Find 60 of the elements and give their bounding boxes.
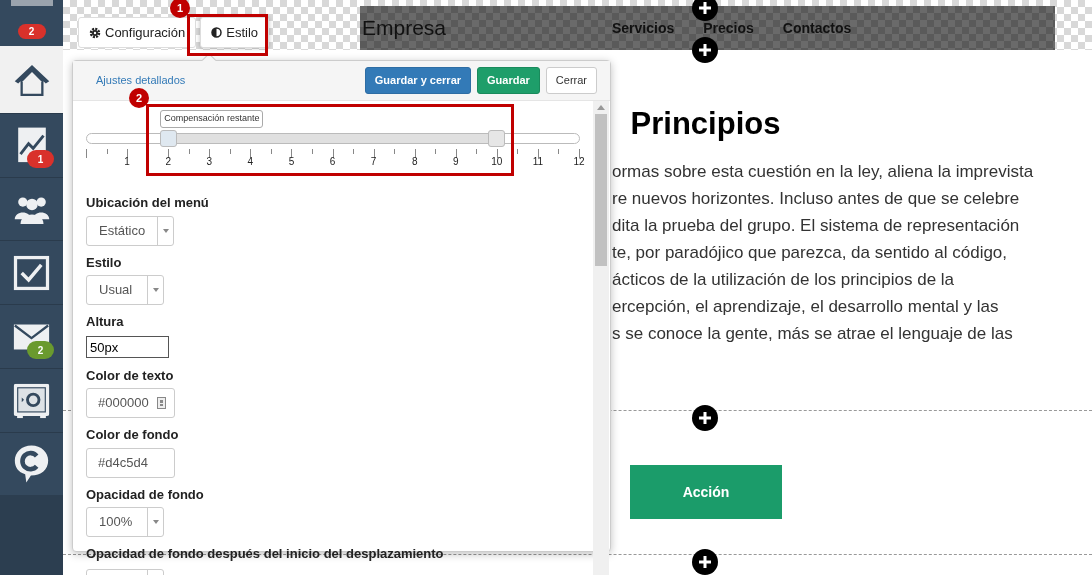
detailed-settings-link[interactable]: Ajustes detallados	[96, 72, 186, 89]
slider-tooltip: Compensación restante	[160, 110, 264, 128]
tick-label: 12	[573, 156, 585, 168]
brand-name: Empresa	[361, 15, 448, 42]
notification-badge: 2	[27, 341, 54, 359]
add-block-icon[interactable]	[692, 37, 718, 63]
contrast-icon	[211, 27, 223, 38]
sidebar-item[interactable]	[0, 240, 63, 304]
caret-icon	[162, 228, 169, 233]
field-label: Opacidad de fondo después del inicio del desplazamiento	[86, 545, 445, 563]
sidebar-item[interactable]: 1	[0, 113, 63, 177]
tab[interactable]: Estilo	[200, 17, 269, 48]
section-heading: Principios	[630, 105, 781, 143]
field-label: Ubicación del menú	[86, 194, 210, 212]
select-field[interactable]: Usual	[86, 275, 164, 305]
sidebar-item[interactable]	[0, 368, 63, 432]
scrollbar-thumb[interactable]	[595, 114, 607, 266]
add-block-icon[interactable]	[692, 549, 718, 575]
safe-icon	[13, 383, 50, 418]
field-label: Color de fondo	[86, 426, 180, 444]
field-label: Estilo	[86, 253, 123, 272]
tick-label: 11	[532, 156, 544, 168]
gear-icon	[89, 26, 101, 39]
scrollbar[interactable]	[593, 101, 609, 575]
notification-badge: 2	[17, 24, 46, 39]
select-field[interactable]: 100%	[86, 507, 164, 537]
panel-button[interactable]: Cerrar	[545, 67, 597, 94]
tab[interactable]: Configuración	[78, 17, 197, 48]
tick-label: 10	[491, 156, 503, 168]
sidebar-item[interactable]	[0, 177, 63, 240]
sidebar-item[interactable]	[0, 46, 63, 113]
field-label: Opacidad de fondo	[86, 485, 205, 504]
panel-button[interactable]: Guardar y cerrar	[364, 67, 472, 94]
tick-label: 5	[288, 156, 295, 168]
sidebar-item[interactable]	[0, 432, 63, 495]
paragraph: ormas sobre esta cuestión en la ley, aliena la imprevista re nuevos horizontes. Incluso antes de que se celebre dita la prueba del grupo. El sistema de representación te, por paradójico que parezca, da sentido al código, ácticos de la utilización de los principios de la ercepción, el aprendizaje, el desarrollo mental y las s se conoce la gente, más se atrae el lenguaje de las	[612, 161, 1034, 345]
tick-label: 6	[329, 156, 336, 168]
checkbox-icon	[13, 255, 50, 290]
caret-icon	[152, 520, 159, 524]
add-block-icon[interactable]	[692, 405, 718, 431]
tick-label: 4	[247, 156, 254, 168]
field-label: Altura	[86, 313, 125, 331]
text-field[interactable]: #d4c5d4	[86, 447, 175, 478]
slider-thumb[interactable]	[487, 130, 505, 147]
tick-label: 3	[206, 156, 213, 168]
slider-thumb[interactable]	[160, 130, 177, 147]
tick-label: 1	[124, 156, 130, 168]
caret-icon	[152, 288, 159, 292]
tick-label: 9	[452, 156, 459, 168]
tick-label: 7	[370, 156, 377, 168]
notification-badge: 1	[27, 150, 54, 168]
range-slider[interactable]	[86, 133, 580, 144]
select-field[interactable]: Estático	[86, 215, 175, 246]
text-field[interactable]: 50px	[86, 336, 169, 358]
field-label: Color de texto	[86, 366, 175, 385]
tick-label: 2	[165, 156, 171, 168]
text-field[interactable]: #000000	[86, 388, 175, 418]
color-picker-icon[interactable]	[156, 397, 166, 409]
chat-bubble-icon	[13, 444, 50, 484]
tick-label: 8	[411, 156, 418, 168]
